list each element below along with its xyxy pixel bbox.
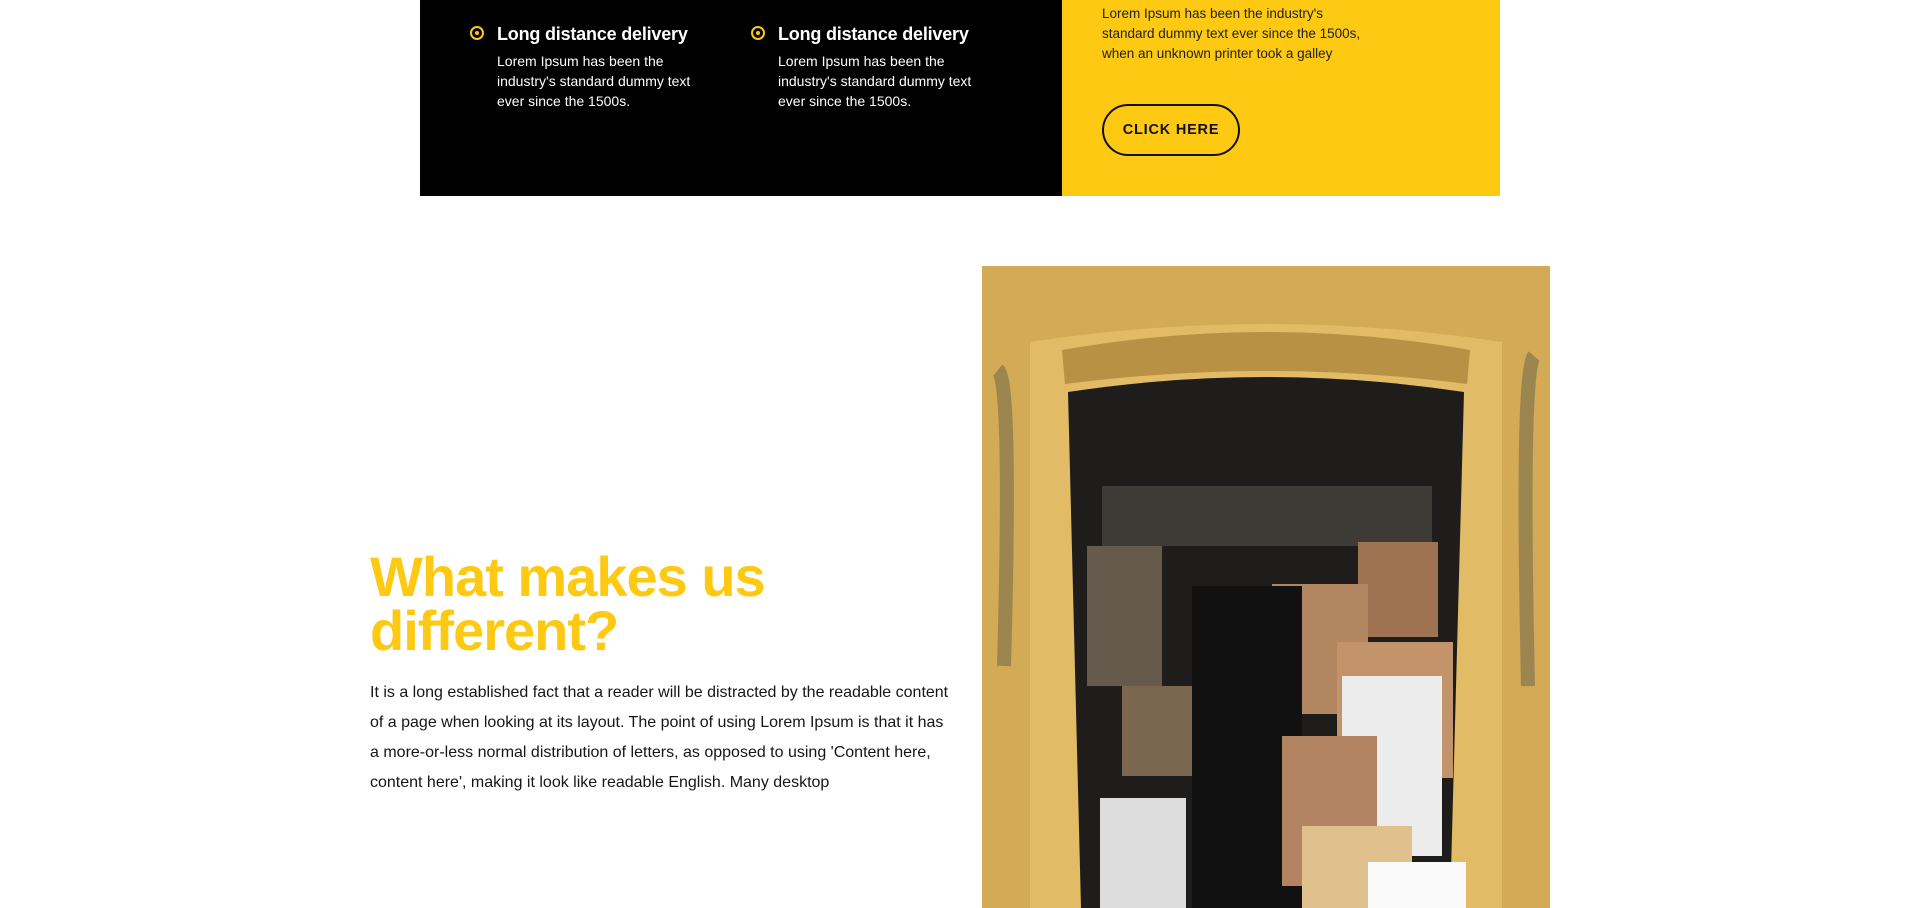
target-icon	[470, 26, 484, 40]
promo-text: Lorem Ipsum has been the industry's stan…	[1102, 6, 1361, 61]
click-here-button[interactable]: CLICK HERE	[1102, 104, 1240, 156]
promo-panel: Lorem Ipsum has been the industry's stan…	[1062, 0, 1500, 196]
feature-panel: Long distance delivery Lorem Ipsum has b…	[420, 0, 1062, 196]
feature-item: Long distance delivery Lorem Ipsum has b…	[470, 22, 710, 111]
target-icon	[751, 26, 765, 40]
section-heading: What makes us different?	[370, 545, 766, 662]
delivery-van-image	[982, 266, 1550, 908]
feature-title: Long distance delivery	[778, 24, 969, 44]
feature-description: Lorem Ipsum has been the industry's stan…	[778, 53, 972, 109]
feature-title: Long distance delivery	[497, 24, 688, 44]
feature-item: Long distance delivery Lorem Ipsum has b…	[751, 22, 991, 111]
section-body: It is a long established fact that a rea…	[370, 684, 949, 791]
features-band: Long distance delivery Lorem Ipsum has b…	[420, 0, 1500, 196]
feature-description: Lorem Ipsum has been the industry's stan…	[497, 53, 691, 109]
